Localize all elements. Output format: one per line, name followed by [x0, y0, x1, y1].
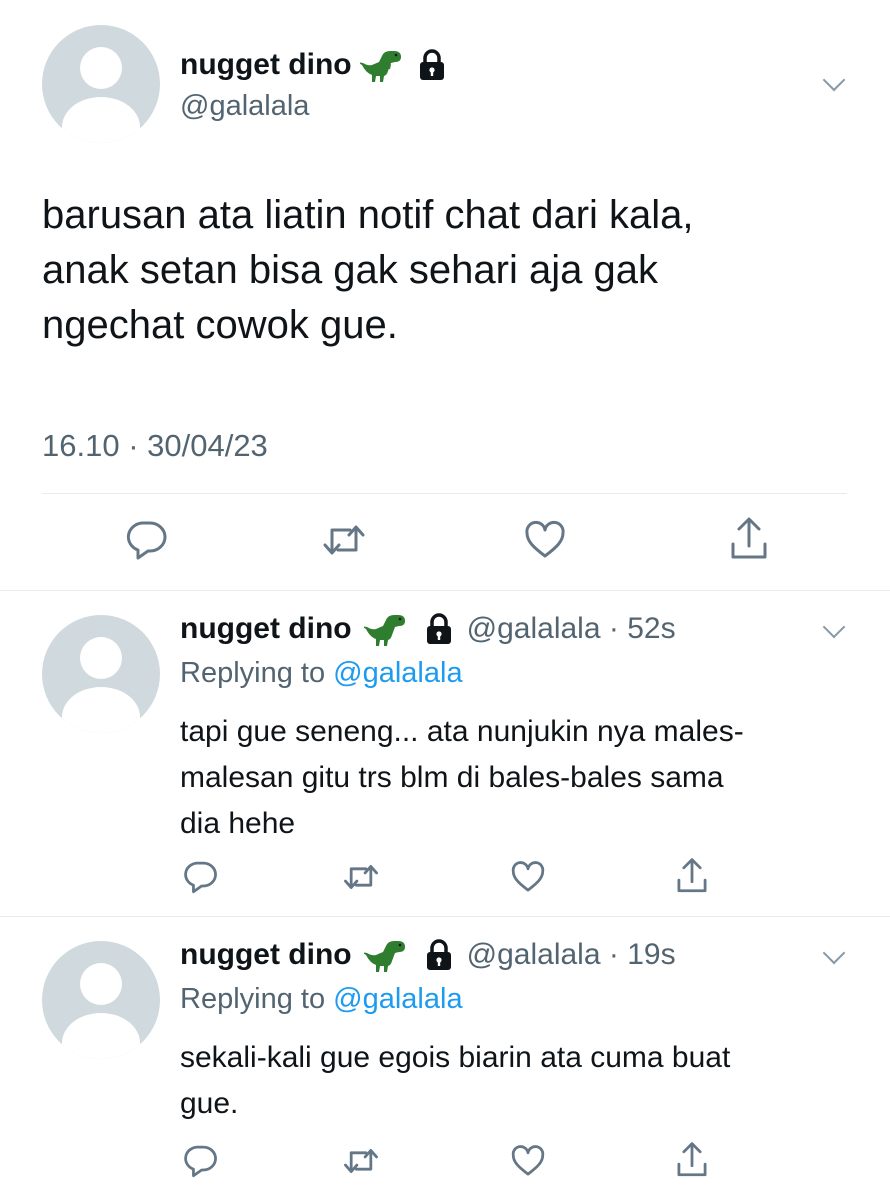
reply-text-line: dia hehe: [180, 807, 296, 840]
share-icon[interactable]: [727, 516, 771, 562]
tweet-text-line: anak setan bisa gak sehari aja gak: [42, 248, 658, 292]
reply-icon[interactable]: [124, 518, 168, 562]
share-icon[interactable]: [674, 1141, 710, 1179]
reply-header: nugget dino @galalala · 52s: [180, 611, 676, 651]
tweet-text-line: ngechat cowok gue.: [42, 303, 398, 347]
author-name-row: nugget dino: [180, 47, 447, 87]
tweet-time: · 52s: [608, 612, 676, 646]
reply-text-line: tapi gue seneng... ata nunjukin nya male…: [180, 715, 744, 748]
tweet-timestamp: 16.10 · 30/04/23: [42, 428, 268, 463]
reply-tweet: nugget dino @galalala · 19s Replying to …: [0, 917, 890, 1200]
reply-text-line: gue.: [180, 1087, 239, 1120]
author-handle[interactable]: @galalala: [467, 612, 601, 645]
divider: [42, 493, 847, 494]
replying-to-handle[interactable]: @galalala: [333, 657, 462, 689]
author-handle[interactable]: @galalala: [467, 938, 601, 971]
author-name[interactable]: nugget dino: [180, 612, 352, 645]
reply-text-line: sekali-kali gue egois biarin ata cuma bu…: [180, 1041, 731, 1074]
reply-icon[interactable]: [182, 1143, 218, 1179]
tweet-time: · 19s: [608, 938, 676, 972]
reply-text: tapi gue seneng... ata nunjukin nya male…: [180, 709, 744, 847]
author-name[interactable]: nugget dino: [180, 48, 352, 81]
chevron-down-icon[interactable]: [822, 68, 846, 92]
like-icon[interactable]: [510, 859, 546, 895]
share-icon[interactable]: [674, 857, 710, 895]
reply-text: sekali-kali gue egois biarin ata cuma bu…: [180, 1035, 730, 1127]
lock-icon: [419, 49, 444, 80]
avatar[interactable]: [42, 25, 160, 143]
lock-icon: [427, 939, 452, 971]
reply-tweet: nugget dino @galalala · 52s Replying to …: [0, 591, 890, 916]
chevron-down-icon[interactable]: [822, 615, 846, 639]
avatar[interactable]: [42, 941, 160, 1059]
chevron-down-icon[interactable]: [822, 941, 846, 965]
like-icon[interactable]: [523, 518, 567, 562]
reply-icon[interactable]: [182, 859, 218, 895]
main-tweet: nugget dino @galalala barusan ata liatin…: [0, 0, 890, 590]
replying-to-label: Replying to: [180, 657, 326, 689]
lock-icon: [427, 613, 452, 645]
reply-header: nugget dino @galalala · 19s: [180, 937, 676, 977]
dinosaur-emoji-icon: [363, 615, 405, 647]
reply-text-line: malesan gitu trs blm di bales-bales sama: [180, 761, 724, 794]
replying-to: Replying to @galalala: [180, 657, 463, 690]
retweet-icon[interactable]: [341, 1143, 381, 1179]
author-handle[interactable]: @galalala: [180, 90, 309, 123]
dinosaur-emoji-icon: [360, 51, 402, 82]
retweet-icon[interactable]: [341, 859, 381, 895]
retweet-icon[interactable]: [320, 518, 368, 562]
author-name[interactable]: nugget dino: [180, 938, 352, 971]
like-icon[interactable]: [510, 1143, 546, 1179]
replying-to-handle[interactable]: @galalala: [333, 983, 462, 1015]
dinosaur-emoji-icon: [363, 941, 405, 973]
replying-to: Replying to @galalala: [180, 983, 463, 1016]
replying-to-label: Replying to: [180, 983, 326, 1015]
tweet-text: barusan ata liatin notif chat dari kala,…: [42, 188, 694, 353]
tweet-text-line: barusan ata liatin notif chat dari kala,: [42, 193, 694, 237]
avatar[interactable]: [42, 615, 160, 733]
